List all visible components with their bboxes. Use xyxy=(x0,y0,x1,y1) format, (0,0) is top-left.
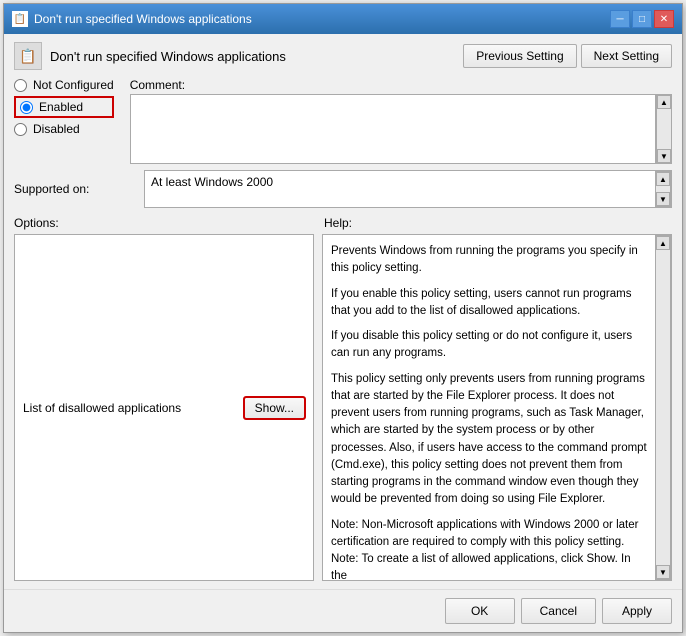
supported-on-text: Supported on: xyxy=(14,182,89,196)
help-para-3: If you disable this policy setting or do… xyxy=(331,328,647,363)
comment-input[interactable] xyxy=(130,94,656,164)
supported-label: Supported on: xyxy=(14,170,134,208)
title-bar-controls: ─ □ ✕ xyxy=(610,10,674,28)
help-para-5: Note: Non-Microsoft applications with Wi… xyxy=(331,517,647,581)
help-scroll-up[interactable]: ▲ xyxy=(656,236,670,250)
prev-setting-button[interactable]: Previous Setting xyxy=(463,44,576,68)
supported-scroll-down[interactable]: ▼ xyxy=(656,192,670,206)
options-section-label: Options: xyxy=(14,216,59,230)
ok-button[interactable]: OK xyxy=(445,598,515,624)
help-section-label: Help: xyxy=(324,216,352,230)
help-scrollbar[interactable]: ▲ ▼ xyxy=(655,235,671,580)
supported-row: Supported on: At least Windows 2000 ▲ ▼ xyxy=(14,170,672,208)
options-inner: List of disallowed applications Show... xyxy=(15,235,313,580)
policy-icon: 📋 xyxy=(14,42,42,70)
next-setting-button[interactable]: Next Setting xyxy=(581,44,672,68)
window-title: Don't run specified Windows applications xyxy=(34,12,252,26)
minimize-button[interactable]: ─ xyxy=(610,10,630,28)
help-scroll-track xyxy=(656,250,670,565)
show-button[interactable]: Show... xyxy=(244,397,305,419)
title-bar-left: 📋 Don't run specified Windows applicatio… xyxy=(12,11,252,27)
disabled-option[interactable]: Disabled xyxy=(14,122,114,136)
cancel-button[interactable]: Cancel xyxy=(521,598,596,624)
help-panel: Prevents Windows from running the progra… xyxy=(322,234,672,581)
radio-group: Not Configured Enabled Disabled Comment: xyxy=(14,78,672,164)
not-configured-radio[interactable] xyxy=(14,79,27,92)
close-button[interactable]: ✕ xyxy=(654,10,674,28)
supported-value-col: At least Windows 2000 ▲ ▼ xyxy=(144,170,672,208)
not-configured-option[interactable]: Not Configured xyxy=(14,78,114,92)
enabled-option[interactable]: Enabled xyxy=(14,96,114,118)
policy-title: Don't run specified Windows applications xyxy=(50,49,286,64)
supported-box: At least Windows 2000 ▲ ▼ xyxy=(144,170,672,208)
comment-field-container: ▲ ▼ xyxy=(130,94,672,164)
disabled-label: Disabled xyxy=(33,122,80,136)
options-panel: List of disallowed applications Show... xyxy=(14,234,314,581)
header-buttons: Previous Setting Next Setting xyxy=(463,44,672,68)
supported-scrollbar[interactable]: ▲ ▼ xyxy=(655,171,671,207)
help-para-2: If you enable this policy setting, users… xyxy=(331,286,647,321)
apply-button[interactable]: Apply xyxy=(602,598,672,624)
help-para-1: Prevents Windows from running the progra… xyxy=(331,243,647,278)
help-para-4: This policy setting only prevents users … xyxy=(331,371,647,509)
enabled-label: Enabled xyxy=(39,100,83,114)
help-scroll-down[interactable]: ▼ xyxy=(656,565,670,579)
comment-label: Comment: xyxy=(130,78,672,92)
list-disallowed-label: List of disallowed applications xyxy=(23,401,236,415)
radio-column: Not Configured Enabled Disabled xyxy=(14,78,114,164)
maximize-button[interactable]: □ xyxy=(632,10,652,28)
title-bar: 📋 Don't run specified Windows applicatio… xyxy=(4,4,682,34)
comment-scrollbar[interactable]: ▲ ▼ xyxy=(656,94,672,164)
footer: OK Cancel Apply xyxy=(4,589,682,632)
bottom-panels: List of disallowed applications Show... … xyxy=(14,234,672,581)
window-icon: 📋 xyxy=(12,11,28,27)
header-left: 📋 Don't run specified Windows applicatio… xyxy=(14,42,286,70)
help-text-area: Prevents Windows from running the progra… xyxy=(323,235,655,580)
supported-value: At least Windows 2000 xyxy=(145,171,655,207)
not-configured-label: Not Configured xyxy=(33,78,114,92)
scroll-up-arrow[interactable]: ▲ xyxy=(657,95,671,109)
comment-section: Comment: ▲ ▼ xyxy=(130,78,672,164)
disabled-radio[interactable] xyxy=(14,123,27,136)
enabled-radio[interactable] xyxy=(20,101,33,114)
main-window: 📋 Don't run specified Windows applicatio… xyxy=(3,3,683,633)
header-row: 📋 Don't run specified Windows applicatio… xyxy=(14,42,672,70)
scroll-track xyxy=(657,109,671,149)
section-labels-row: Options: Help: xyxy=(14,216,672,230)
content-area: 📋 Don't run specified Windows applicatio… xyxy=(4,34,682,589)
supported-scroll-up[interactable]: ▲ xyxy=(656,172,670,186)
scroll-down-arrow[interactable]: ▼ xyxy=(657,149,671,163)
